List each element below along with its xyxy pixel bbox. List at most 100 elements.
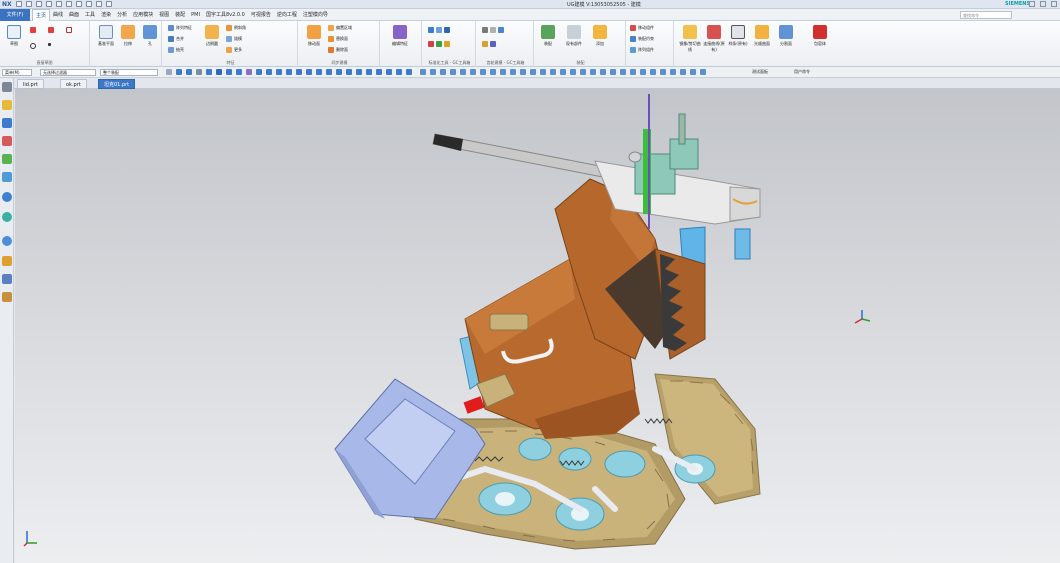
snap-icon[interactable] (386, 69, 392, 75)
tab-11[interactable]: 可视报告 (248, 9, 274, 21)
close-icon[interactable] (1051, 1, 1057, 7)
snap-icon[interactable] (256, 69, 262, 75)
touch-mode-icon[interactable] (86, 1, 92, 7)
smooth-surface-button[interactable]: 光顺曲面 (750, 25, 774, 47)
settings-icon[interactable] (2, 82, 12, 92)
view-icon[interactable] (420, 69, 426, 75)
snap-icon[interactable] (166, 69, 172, 75)
snap-icon[interactable] (376, 69, 382, 75)
spline-button[interactable]: 样条(原有) (726, 25, 750, 47)
gear-tool-button[interactable] (482, 41, 496, 47)
doc-tab[interactable]: lid.prt (17, 79, 44, 89)
join-curve-button[interactable]: 连接曲线(原有) (702, 25, 726, 53)
view-icon[interactable] (660, 69, 666, 75)
offset-region-button[interactable]: 偏置区域 (328, 25, 352, 31)
move-face-button[interactable]: 移动面 (302, 25, 326, 47)
tab-10[interactable]: 国宇工具8v2.0.0 (203, 9, 248, 21)
datum-plane-button[interactable]: 基准平面 (94, 25, 118, 47)
snap-icon[interactable] (246, 69, 252, 75)
pattern-feature-button[interactable]: 阵列特征 (168, 25, 192, 31)
snap-icon[interactable] (356, 69, 362, 75)
snap-icon[interactable] (286, 69, 292, 75)
delete-face-button[interactable]: 删除面 (328, 47, 348, 53)
point-button[interactable] (48, 43, 51, 46)
snap-icon[interactable] (206, 69, 212, 75)
doc-tab[interactable]: ok.prt (60, 79, 87, 89)
view-icon[interactable] (440, 69, 446, 75)
view-icon[interactable] (600, 69, 606, 75)
maximize-icon[interactable] (1040, 1, 1046, 7)
view-icon[interactable] (650, 69, 656, 75)
view-icon[interactable] (640, 69, 646, 75)
roles-icon[interactable] (2, 256, 12, 266)
chamfer-button[interactable]: 倒斜角 (226, 25, 246, 31)
hole-button[interactable]: 孔 (138, 25, 162, 47)
view-icon[interactable] (430, 69, 436, 75)
type-filter-select[interactable]: 无选择过滤器 (40, 69, 96, 76)
tab-5[interactable]: 分析 (114, 9, 130, 21)
snap-icon[interactable] (316, 69, 322, 75)
view-icon[interactable] (460, 69, 466, 75)
snap-icon[interactable] (326, 69, 332, 75)
snap-icon[interactable] (366, 69, 372, 75)
minimize-icon[interactable] (1029, 1, 1035, 7)
snap-icon[interactable] (276, 69, 282, 75)
user-command-label[interactable]: 用户命令 (792, 69, 822, 76)
view-icon[interactable] (520, 69, 526, 75)
rectangle-button[interactable] (66, 27, 72, 33)
snap-icon[interactable] (226, 69, 232, 75)
bounding-body-button[interactable]: 包容体 (808, 25, 832, 47)
palette-icon[interactable] (2, 292, 12, 302)
snap-icon[interactable] (336, 69, 342, 75)
selection-scope-select[interactable]: 整个装配 (100, 69, 158, 76)
view-icon[interactable] (510, 69, 516, 75)
assembly-navigator-icon[interactable] (2, 100, 12, 110)
undo-icon[interactable] (26, 1, 32, 7)
draft-button[interactable]: 拔模 (226, 36, 242, 42)
menu-button[interactable]: 菜单(M) (2, 69, 32, 76)
history-icon[interactable] (2, 212, 12, 222)
pattern-component-button[interactable]: 阵列组件 (630, 47, 654, 53)
tab-8[interactable]: 装配 (172, 9, 188, 21)
gc-tool-button[interactable] (428, 41, 450, 47)
view-icon[interactable] (530, 69, 536, 75)
hd3d-icon[interactable] (2, 172, 12, 182)
gear-tool-button[interactable] (482, 27, 504, 33)
view-icon[interactable] (480, 69, 486, 75)
view-icon[interactable] (610, 69, 616, 75)
tab-9[interactable]: PMI (188, 9, 203, 21)
doc-tab-active[interactable]: 坦克01.prt (98, 79, 136, 89)
view-icon[interactable] (450, 69, 456, 75)
edit-feature-button[interactable]: 编辑特征 (388, 25, 412, 47)
view-icon[interactable] (630, 69, 636, 75)
circle-button[interactable] (30, 43, 36, 49)
tab-1[interactable]: 曲线 (50, 9, 66, 21)
copy-icon[interactable] (56, 1, 62, 7)
view-icon[interactable] (680, 69, 686, 75)
sketch-button[interactable]: 草图 (2, 25, 26, 47)
constraint-navigator-icon[interactable] (2, 118, 12, 128)
shell-button[interactable]: 抽壳 (168, 47, 184, 53)
process-studio-icon[interactable] (2, 236, 12, 246)
reuse-library-icon[interactable] (2, 154, 12, 164)
file-tab[interactable]: 文件(F) (0, 9, 30, 21)
snap-icon[interactable] (406, 69, 412, 75)
view-icon[interactable] (690, 69, 696, 75)
snap-icon[interactable] (216, 69, 222, 75)
snap-icon[interactable] (196, 69, 202, 75)
tab-6[interactable]: 应用模块 (130, 9, 156, 21)
snap-icon[interactable] (396, 69, 402, 75)
view-icon[interactable] (500, 69, 506, 75)
snap-icon[interactable] (266, 69, 272, 75)
snap-icon[interactable] (176, 69, 182, 75)
line-button[interactable] (30, 27, 36, 33)
view-icon[interactable] (550, 69, 556, 75)
cut-icon[interactable] (46, 1, 52, 7)
view-icon[interactable] (570, 69, 576, 75)
robot-tank-model[interactable] (15, 89, 1060, 563)
view-icon[interactable] (490, 69, 496, 75)
tab-3[interactable]: 工具 (82, 9, 98, 21)
snap-icon[interactable] (186, 69, 192, 75)
gc-tool-button[interactable] (428, 27, 450, 33)
switch-window-icon[interactable] (96, 1, 102, 7)
